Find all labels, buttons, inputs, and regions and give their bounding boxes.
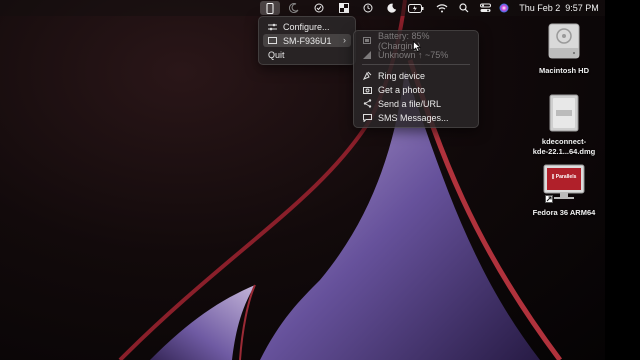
- menu-item-label: Send a file/URL: [378, 98, 442, 109]
- menu-item-quit[interactable]: Quit: [263, 48, 351, 61]
- share-icon: [363, 99, 372, 108]
- hard-drive-icon: [548, 23, 580, 59]
- parallels-badge: || Parallels: [551, 174, 577, 180]
- menu-item-label: Configure...: [283, 21, 330, 32]
- menu-item-label: Quit: [268, 49, 285, 60]
- mouse-cursor-icon: [413, 41, 421, 52]
- signal-icon: [363, 50, 372, 59]
- message-icon: [363, 113, 372, 122]
- battery-charging-icon[interactable]: [406, 1, 426, 15]
- chevron-right-icon: ›: [343, 35, 346, 45]
- menu-item-send-file[interactable]: Send a file/URL: [358, 97, 474, 110]
- moon-crescent-icon[interactable]: [286, 1, 302, 15]
- siri-icon[interactable]: [497, 1, 511, 15]
- desktop-item-label: Macintosh HD: [538, 66, 589, 75]
- night-moon-icon[interactable]: [384, 1, 400, 15]
- menu-item-label: Get a photo: [378, 84, 426, 95]
- menu-item-configure[interactable]: Configure...: [263, 20, 351, 33]
- menu-separator: [362, 64, 470, 65]
- battery-icon: [363, 36, 372, 45]
- kdeconnect-menu: Configure... SM-F936U1 › Quit: [258, 16, 356, 65]
- camera-icon: [363, 85, 372, 94]
- screen-border: [605, 0, 640, 360]
- window-grid-icon[interactable]: [336, 1, 352, 15]
- menu-item-device[interactable]: SM-F936U1 ›: [263, 34, 351, 47]
- menu-item-ring-device[interactable]: Ring device: [358, 69, 474, 82]
- menu-item-label: SMS Messages...: [378, 112, 449, 123]
- desktop-item-label: Fedora 36 ARM64: [532, 208, 596, 217]
- control-center-icon[interactable]: [477, 1, 493, 15]
- history-clock-icon[interactable]: [360, 1, 376, 15]
- checkmark-circle-icon[interactable]: [311, 1, 327, 15]
- menu-item-label: Ring device: [378, 70, 426, 81]
- menu-item-label: SM-F936U1: [283, 35, 332, 46]
- desktop-item-label-line1: kdeconnect-: [541, 137, 587, 146]
- kdeconnect-phone-icon[interactable]: [260, 1, 280, 15]
- clock-time: 9:57 PM: [565, 3, 599, 13]
- desktop-item-label-line2: kde-22.1...64.dmg: [532, 147, 596, 156]
- menu-item-get-photo[interactable]: Get a photo: [358, 83, 474, 96]
- menubar-clock[interactable]: Thu Feb 2 9:57 PM: [517, 1, 601, 15]
- wifi-icon[interactable]: [434, 1, 450, 15]
- dmg-file-icon: [549, 94, 579, 132]
- search-icon[interactable]: [456, 1, 472, 15]
- ring-icon: [363, 71, 372, 80]
- alias-arrow-icon: [545, 195, 553, 203]
- device-icon: [268, 36, 277, 45]
- menu-item-sms-messages[interactable]: SMS Messages...: [358, 111, 474, 124]
- sliders-icon: [268, 22, 277, 31]
- clock-date: Thu Feb 2: [519, 3, 561, 13]
- menu-bar: Thu Feb 2 9:57 PM: [0, 0, 605, 16]
